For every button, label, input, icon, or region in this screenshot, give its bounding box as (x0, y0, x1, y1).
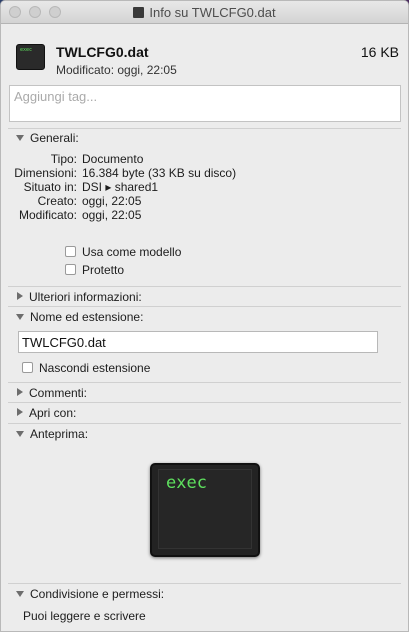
preview-image: exec (150, 463, 260, 557)
preview-text: exec (166, 473, 207, 493)
section-general[interactable]: Generali: (16, 131, 79, 145)
name-field[interactable]: TWLCFG0.dat (18, 331, 378, 353)
row-label: Dimensioni: (14, 166, 77, 180)
divider (8, 423, 401, 424)
disclosure-right-icon (17, 388, 23, 396)
disclosure-down-icon (16, 591, 24, 597)
row-label: Tipo: (50, 152, 77, 166)
hide-extension-label: Nascondi estensione (39, 361, 151, 375)
row-value: DSI ▸ shared1 (82, 180, 159, 194)
row-value: Documento (82, 152, 144, 166)
hide-extension-checkbox[interactable] (22, 362, 33, 373)
section-name-extension[interactable]: Nome ed estensione: (16, 310, 143, 324)
template-label: Usa come modello (82, 245, 182, 259)
info-row: Tipo: Documento (0, 152, 409, 166)
info-row: Situato in: DSI ▸ shared1 (0, 180, 409, 194)
locked-label: Protetto (82, 263, 125, 277)
file-name: TWLCFG0.dat (56, 44, 149, 60)
document-icon (133, 7, 145, 18)
section-open-with[interactable]: Apri con: (16, 406, 76, 420)
locked-checkbox[interactable] (65, 264, 76, 275)
file-icon: exec (16, 44, 45, 70)
info-row: Modificato: oggi, 22:05 (0, 208, 409, 222)
permissions-text: Puoi leggere e scrivere (23, 609, 146, 623)
row-value: oggi, 22:05 (82, 208, 142, 222)
divider (8, 306, 401, 307)
template-checkbox[interactable] (65, 246, 76, 257)
disclosure-down-icon (16, 314, 24, 320)
title-bar[interactable]: Info su TWLCFG0.dat (1, 1, 408, 24)
row-value: 16.384 byte (33 KB su disco) (82, 166, 237, 180)
disclosure-down-icon (16, 135, 24, 141)
disclosure-down-icon (16, 431, 24, 437)
file-modified: Modificato: oggi, 22:05 (56, 63, 177, 77)
section-preview[interactable]: Anteprima: (16, 427, 88, 441)
file-size: 16 KB (360, 44, 399, 60)
disclosure-right-icon (17, 408, 23, 416)
row-label: Creato: (37, 194, 77, 208)
row-label: Situato in: (23, 180, 77, 194)
section-sharing[interactable]: Condivisione e permessi: (16, 587, 164, 601)
divider (8, 382, 401, 383)
row-label: Modificato: (18, 208, 77, 222)
tags-field[interactable]: Aggiungi tag... (9, 85, 401, 122)
divider (8, 583, 401, 584)
tags-placeholder: Aggiungi tag... (14, 89, 98, 104)
row-value: oggi, 22:05 (82, 194, 142, 208)
divider (8, 128, 401, 129)
disclosure-right-icon (17, 292, 23, 300)
window-title: Info su TWLCFG0.dat (1, 5, 408, 20)
info-row: Creato: oggi, 22:05 (0, 194, 409, 208)
divider (8, 402, 401, 403)
section-more-info[interactable]: Ulteriori informazioni: (16, 290, 142, 304)
divider (8, 286, 401, 287)
name-field-value: TWLCFG0.dat (22, 335, 106, 350)
section-comments[interactable]: Commenti: (16, 386, 87, 400)
info-row: Dimensioni: 16.384 byte (33 KB su disco) (0, 166, 409, 180)
